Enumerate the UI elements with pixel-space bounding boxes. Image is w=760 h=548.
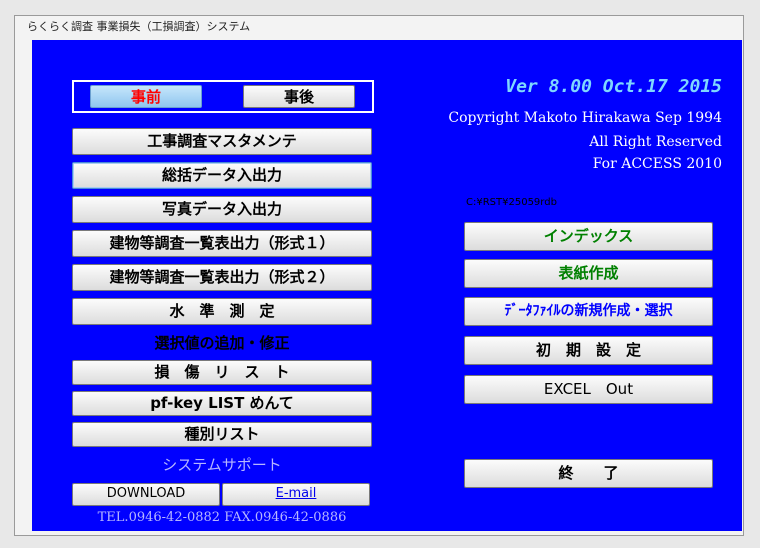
summary-data-io-button[interactable]: 総括データ入出力 bbox=[72, 162, 372, 189]
before-button[interactable]: 事前 bbox=[90, 85, 202, 108]
leveling-survey-button[interactable]: 水 準 測 定 bbox=[72, 298, 372, 325]
excel-out-button[interactable]: EXCEL Out bbox=[464, 375, 713, 404]
selection-values-label: 選択値の追加・修正 bbox=[154, 334, 290, 352]
contact-info: TEL.0946-42-0882 FAX.0946-42-0886 bbox=[97, 510, 347, 525]
app-window: らくらく調査 事業損失（工損調査）システム 事前 事後 工事調査マスタメンテ 総… bbox=[14, 15, 744, 536]
photo-data-io-button[interactable]: 写真データ入出力 bbox=[72, 196, 372, 223]
database-path: C:¥RST¥25059rdb bbox=[466, 197, 557, 208]
pf-key-list-button[interactable]: pf-key LIST めんて bbox=[72, 391, 372, 416]
main-panel: 事前 事後 工事調査マスタメンテ 総括データ入出力 写真データ入出力 建物等調査… bbox=[32, 40, 742, 531]
email-button[interactable]: E-mail bbox=[222, 483, 370, 506]
platform-label: For ACCESS 2010 bbox=[592, 156, 722, 172]
window-title: らくらく調査 事業損失（工損調査）システム bbox=[15, 16, 743, 38]
initial-settings-button[interactable]: 初 期 設 定 bbox=[464, 336, 713, 365]
email-link[interactable]: E-mail bbox=[276, 486, 317, 501]
building-survey-list-format1-button[interactable]: 建物等調査一覧表出力（形式１） bbox=[72, 230, 372, 257]
system-support-label: システムサポート bbox=[162, 456, 282, 474]
download-button[interactable]: DOWNLOAD bbox=[72, 483, 220, 506]
version-label: Ver 8.00 Oct.17 2015 bbox=[505, 76, 722, 97]
rights-label: All Right Reserved bbox=[589, 134, 722, 150]
exit-button[interactable]: 終 了 bbox=[464, 459, 713, 488]
damage-list-button[interactable]: 損 傷 リ ス ト bbox=[72, 360, 372, 385]
type-list-button[interactable]: 種別リスト bbox=[72, 422, 372, 447]
after-button[interactable]: 事後 bbox=[243, 85, 355, 108]
index-button[interactable]: インデックス bbox=[464, 222, 713, 251]
construction-survey-master-button[interactable]: 工事調査マスタメンテ bbox=[72, 128, 372, 155]
copyright-label: Copyright Makoto Hirakawa Sep 1994 bbox=[448, 110, 722, 126]
cover-create-button[interactable]: 表紙作成 bbox=[464, 259, 713, 288]
building-survey-list-format2-button[interactable]: 建物等調査一覧表出力（形式２） bbox=[72, 264, 372, 291]
datafile-create-select-button[interactable]: ﾃﾞｰﾀﾌｧｲﾙの新規作成・選択 bbox=[464, 297, 713, 326]
